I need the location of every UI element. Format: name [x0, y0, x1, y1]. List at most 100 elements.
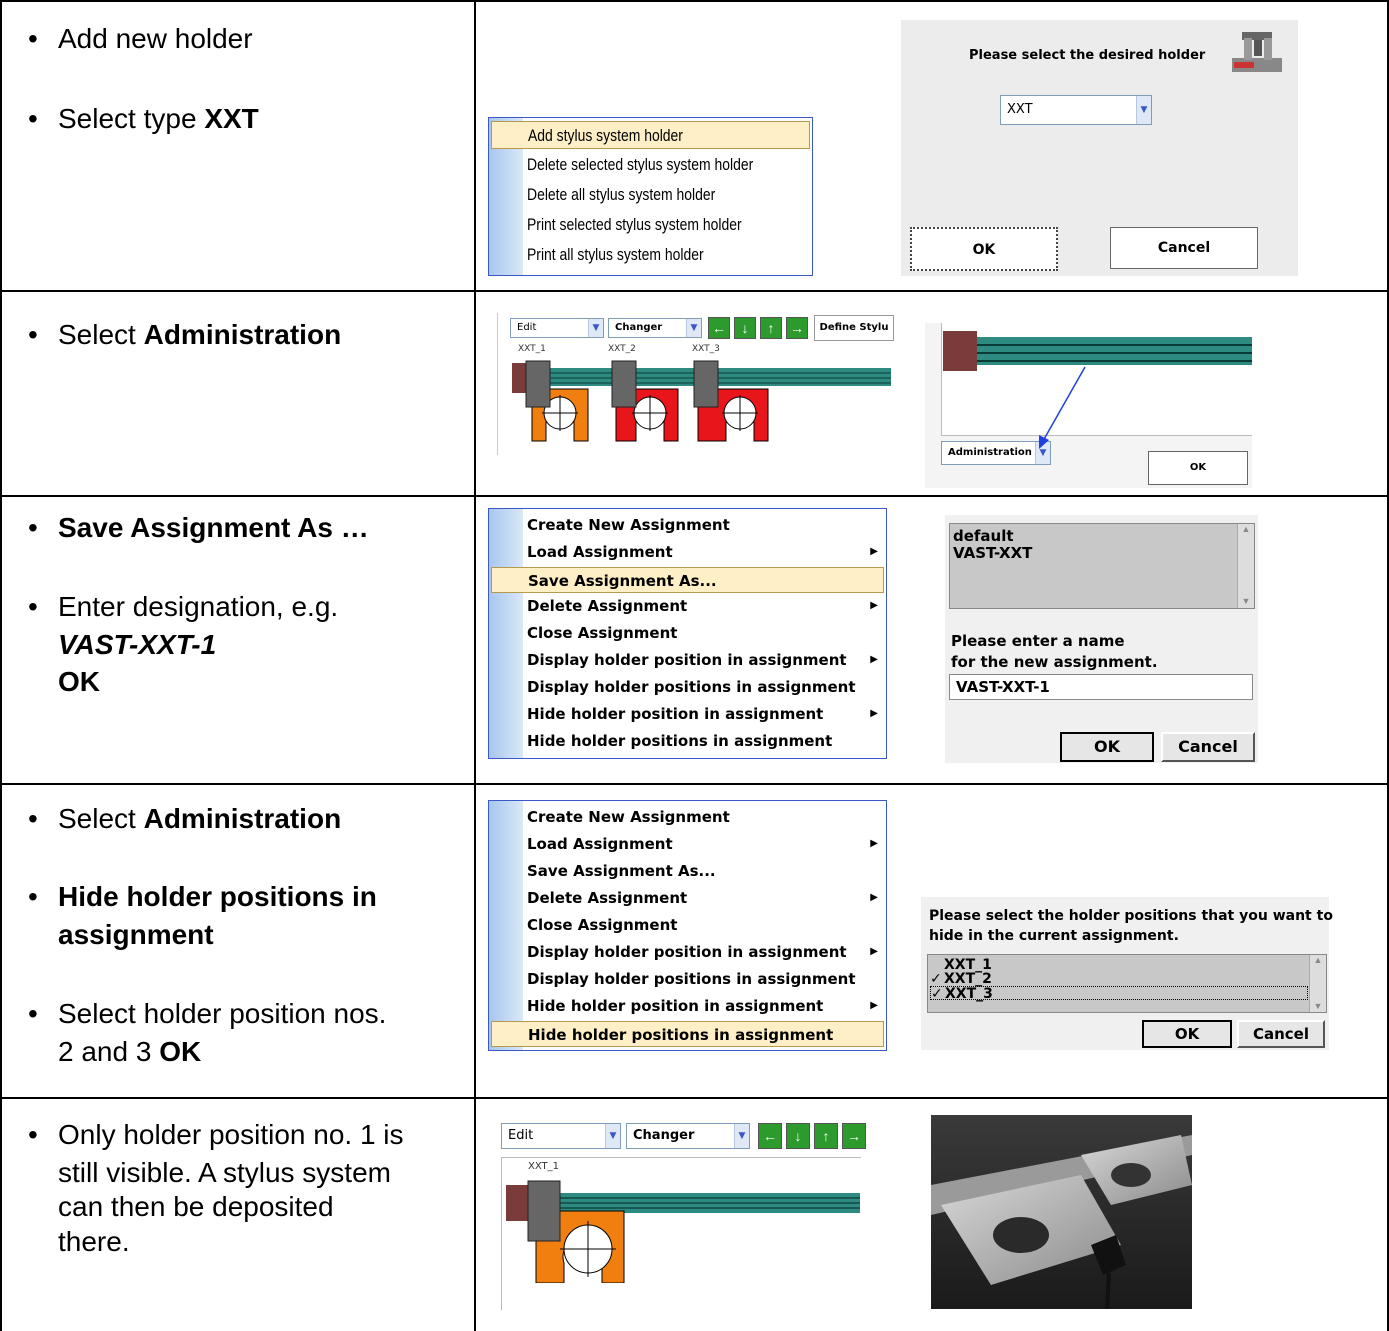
assignment-list[interactable]: default VAST-XXT ▲ ▼ [949, 523, 1255, 609]
arrow-right-icon[interactable]: → [786, 317, 808, 339]
arrow-right-icon[interactable]: → [842, 1123, 866, 1149]
menu-item-delete-selected-holder[interactable]: Delete selected stylus system holder [527, 152, 753, 178]
bullet-icon: • [28, 998, 38, 1029]
cancel-button[interactable]: Cancel [1237, 1020, 1325, 1048]
instruction-step: • Add new holder [28, 22, 253, 56]
menu-item-create-assignment[interactable]: Create New Assignment [527, 804, 730, 830]
instruction-step: • Hide holder positions in [28, 880, 377, 914]
chevron-up-icon[interactable]: ▲ [1238, 524, 1254, 534]
dropdown-arrow-icon[interactable]: ▼ [686, 319, 701, 337]
ok-button[interactable]: OK [1148, 451, 1248, 485]
menu-item-display-holder-positions[interactable]: Display holder positions in assignment [527, 966, 856, 992]
changer-select[interactable]: Changer ▼ [608, 318, 702, 338]
menu-item-close-assignment[interactable]: Close Assignment [527, 912, 677, 938]
instruction-text: Select holder position nos. [58, 998, 387, 1029]
instruction-step: • Enter designation, e.g. [28, 590, 338, 624]
arrow-left-icon[interactable]: ← [708, 317, 730, 339]
scrollbar[interactable]: ▲ ▼ [1309, 955, 1326, 1012]
menu-item-label: Hide holder position in assignment [527, 997, 824, 1015]
instruction-text: there. [58, 1226, 130, 1257]
define-stylus-button[interactable]: Define Stylu [814, 315, 894, 341]
menu-item-display-holder-position[interactable]: Display holder position in assignment ▶ [527, 647, 886, 673]
edit-select[interactable]: Edit ▼ [501, 1123, 621, 1149]
arrow-up-icon[interactable]: ↑ [760, 317, 782, 339]
menu-item-hide-holder-position[interactable]: Hide holder position in assignment ▶ [527, 701, 886, 727]
instruction-text: Hide holder positions in [58, 881, 377, 912]
hide-prompt-line: hide in the current assignment. [929, 928, 1179, 944]
holder-position-list[interactable]: XXT_1 ✓ XXT_2 ✓ XXT_3 ▲ ▼ [927, 954, 1327, 1013]
instruction-step: there. [58, 1225, 130, 1259]
bullet-icon: • [28, 881, 38, 912]
edit-select[interactable]: Edit ▼ [510, 318, 604, 338]
arrow-up-icon[interactable]: ↑ [814, 1123, 838, 1149]
menu-item-save-assignment-as[interactable]: Save Assignment As... [527, 858, 716, 884]
instruction-step: • Select Administration [28, 318, 341, 352]
list-item[interactable]: XXT_1 [930, 958, 1308, 972]
instruction-text: Select [58, 319, 144, 350]
instruction-step: • Select Administration [28, 802, 341, 836]
instruction-step: VAST-XXT-1 [58, 628, 216, 662]
menu-item-label: Load Assignment [527, 835, 673, 853]
cancel-button[interactable]: Cancel [1161, 732, 1255, 762]
changer-select[interactable]: Changer ▼ [626, 1123, 750, 1149]
instruction-step: 2 and 3 OK [58, 1035, 201, 1069]
dropdown-arrow-icon[interactable]: ▼ [588, 319, 603, 337]
submenu-arrow-icon: ▶ [870, 708, 878, 719]
menu-item-display-holder-position[interactable]: Display holder position in assignment ▶ [527, 939, 886, 965]
menu-item-delete-assignment[interactable]: Delete Assignment ▶ [527, 885, 886, 911]
menu-item-save-assignment-as[interactable]: Save Assignment As... [491, 567, 884, 593]
list-item[interactable]: ✓ XXT_3 [930, 986, 1308, 1001]
arrow-down-icon[interactable]: ↓ [786, 1123, 810, 1149]
list-item[interactable]: ✓ XXT_2 [930, 972, 1308, 986]
arrow-down-icon[interactable]: ↓ [734, 317, 756, 339]
menu-item-label: Delete Assignment [527, 889, 688, 907]
menu-item-display-holder-positions[interactable]: Display holder positions in assignment [527, 674, 856, 700]
instruction-text: 2 and 3 [58, 1036, 160, 1067]
menu-item-create-assignment[interactable]: Create New Assignment [527, 512, 730, 538]
instruction-text: still visible. A stylus system [58, 1157, 391, 1188]
assignment-context-menu: Create New Assignment Load Assignment ▶ S… [488, 508, 887, 759]
menu-item-load-assignment[interactable]: Load Assignment ▶ [527, 831, 886, 857]
submenu-arrow-icon: ▶ [870, 946, 878, 957]
menu-item-delete-assignment[interactable]: Delete Assignment ▶ [527, 593, 886, 619]
menu-gutter [489, 509, 523, 758]
menu-item-hide-holder-positions[interactable]: Hide holder positions in assignment [491, 1021, 884, 1047]
machine-icon [1230, 28, 1284, 78]
instruction-text: Add new holder [58, 23, 253, 54]
assignment-name-value: VAST-XXT-1 [956, 678, 1050, 696]
menu-item-hide-holder-position[interactable]: Hide holder position in assignment ▶ [527, 993, 886, 1019]
chevron-up-icon[interactable]: ▲ [1310, 955, 1326, 965]
dropdown-arrow-icon[interactable]: ▼ [734, 1124, 749, 1148]
instruction-step: still visible. A stylus system [58, 1156, 391, 1190]
chevron-down-icon[interactable]: ▼ [1238, 596, 1254, 606]
ok-button[interactable]: OK [1060, 732, 1154, 762]
menu-item-close-assignment[interactable]: Close Assignment [527, 620, 677, 646]
ok-button[interactable]: OK [1142, 1020, 1232, 1048]
submenu-arrow-icon: ▶ [870, 892, 878, 903]
submenu-arrow-icon: ▶ [870, 838, 878, 849]
list-item[interactable]: default [953, 527, 1014, 545]
chevron-down-icon[interactable]: ▼ [1310, 1001, 1326, 1011]
pointer-arrow [1039, 366, 1086, 449]
holder-type-select[interactable]: XXT ▼ [1000, 95, 1152, 125]
menu-item-add-holder[interactable]: Add stylus system holder [491, 121, 810, 149]
dropdown-arrow-icon[interactable]: ▼ [605, 1124, 620, 1148]
menu-item-load-assignment[interactable]: Load Assignment ▶ [527, 539, 886, 565]
arrow-left-icon[interactable]: ← [758, 1123, 782, 1149]
list-item[interactable]: VAST-XXT [953, 544, 1032, 562]
menu-item-print-selected-holder[interactable]: Print selected stylus system holder [527, 212, 742, 238]
instruction-step: assignment [58, 918, 214, 952]
menu-item-hide-holder-positions[interactable]: Hide holder positions in assignment [527, 728, 832, 754]
scrollbar[interactable]: ▲ ▼ [1237, 524, 1254, 608]
dropdown-arrow-icon[interactable]: ▼ [1136, 96, 1151, 124]
check-icon: ✓ [930, 971, 942, 987]
cancel-button[interactable]: Cancel [1110, 227, 1258, 269]
menu-item-delete-all-holder[interactable]: Delete all stylus system holder [527, 182, 715, 208]
row-divider [0, 1097, 1389, 1099]
menu-item-label: Display holder position in assignment [527, 943, 847, 961]
assignment-name-input[interactable]: VAST-XXT-1 [949, 674, 1253, 700]
submenu-arrow-icon: ▶ [870, 654, 878, 665]
menu-item-print-all-holder[interactable]: Print all stylus system holder [527, 242, 704, 268]
ok-button[interactable]: OK [910, 227, 1058, 271]
dialog-prompt: Please select the desired holder [969, 48, 1206, 63]
